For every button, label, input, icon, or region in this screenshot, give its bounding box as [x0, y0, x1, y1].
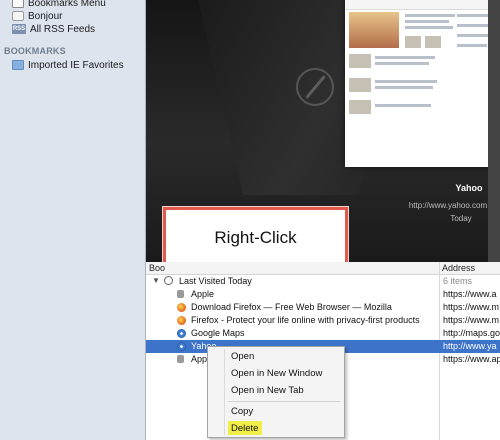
menu-item-open[interactable]: Open: [231, 350, 254, 363]
thumbnail-text-line: [375, 86, 433, 89]
coverflow-url: http://www.yahoo.com: [408, 201, 488, 210]
thumbnail-image: [405, 36, 421, 48]
firefox-icon: [177, 316, 186, 325]
row-title: Firefox - Protect your life online with …: [191, 315, 420, 325]
row-address: https://www.m: [443, 302, 500, 312]
row-address: https://www.m: [443, 315, 500, 325]
column-header-bookmark[interactable]: Boo: [149, 263, 165, 273]
menu-item-open-in-new-window[interactable]: Open in New Window: [231, 367, 322, 380]
right-click-callout: Right-Click: [163, 207, 348, 269]
group-label: Last Visited Today: [179, 276, 252, 286]
safari-icon: [177, 342, 186, 351]
disclosure-triangle-icon[interactable]: ▼: [152, 276, 160, 285]
bookmarks-menu-icon: [12, 0, 24, 8]
sidebar: Bookmarks Menu Bonjour RSS All RSS Feeds…: [0, 0, 146, 440]
menu-separator: [228, 401, 340, 402]
menu-gutter: [224, 349, 225, 435]
table-header: Boo Address: [146, 262, 500, 275]
sidebar-item-label: All RSS Feeds: [30, 23, 96, 35]
thumbnail-text-line: [375, 104, 431, 107]
thumbnail-image: [425, 36, 441, 48]
table-row[interactable]: Google Maps http://maps.go: [146, 327, 500, 340]
context-menu: Open Open in New Window Open in New Tab …: [207, 346, 345, 438]
coverflow-title: Yahoo: [455, 183, 483, 193]
thumbnail-text-line: [405, 20, 449, 23]
rss-icon: RSS: [12, 24, 26, 34]
thumbnail-navbar: [345, 0, 500, 10]
thumbnail-image: [349, 54, 371, 68]
compass-icon: [296, 68, 334, 106]
thumbnail-text-line: [405, 26, 453, 29]
coverflow-date: Today: [450, 214, 472, 223]
sidebar-item-imported-ie-favorites[interactable]: Imported IE Favorites: [12, 58, 124, 72]
thumbnail-hero-image: [349, 12, 399, 48]
thumbnail-text-line: [375, 80, 437, 83]
thumbnail-text-line: [405, 14, 455, 17]
firefox-icon: [177, 303, 186, 312]
sidebar-section-header: BOOKMARKS: [4, 46, 66, 56]
apple-icon: [177, 355, 184, 363]
row-address: http://www.ya: [443, 341, 497, 351]
menu-item-delete[interactable]: Delete: [231, 422, 258, 435]
table-row[interactable]: Download Firefox — Free Web Browser — Mo…: [146, 301, 500, 314]
thumbnail-image: [349, 100, 371, 114]
safari-icon: [177, 329, 186, 338]
folder-icon: [12, 60, 24, 70]
sidebar-item-label: Bookmarks Menu: [28, 0, 106, 9]
row-title: Download Firefox — Free Web Browser — Mo…: [191, 302, 392, 312]
sidebar-item-bonjour[interactable]: Bonjour: [12, 9, 62, 23]
thumbnail-text-line: [457, 44, 487, 47]
table-row[interactable]: Firefox - Protect your life online with …: [146, 314, 500, 327]
row-title: App: [191, 354, 208, 364]
apple-icon: [177, 290, 184, 298]
menu-item-copy[interactable]: Copy: [231, 405, 253, 418]
thumbnail-image: [349, 78, 371, 92]
table-row[interactable]: Apple https://www.a: [146, 288, 500, 301]
row-title: Google Maps: [191, 328, 245, 338]
column-header-address[interactable]: Address: [442, 263, 475, 273]
menu-item-open-in-new-tab[interactable]: Open in New Tab: [231, 384, 304, 397]
clock-icon: [164, 276, 173, 285]
thumbnail-text-line: [457, 24, 491, 27]
group-row-last-visited-today[interactable]: ▼ Last Visited Today 6 items: [146, 275, 500, 288]
group-count: 6 items: [443, 276, 473, 286]
page-thumbnail[interactable]: [345, 0, 500, 167]
row-title: Apple: [191, 289, 215, 299]
sidebar-item-label: Imported IE Favorites: [28, 59, 124, 71]
row-address: http://maps.go: [443, 328, 500, 338]
callout-label: Right-Click: [214, 228, 297, 247]
bonjour-icon: [12, 11, 24, 21]
sidebar-item-all-rss-feeds[interactable]: RSS All RSS Feeds: [12, 22, 95, 36]
thumbnail-text-line: [375, 56, 435, 59]
row-address: https://www.ap: [443, 354, 500, 364]
row-address: https://www.a: [443, 289, 497, 299]
thumbnail-text-line: [375, 62, 429, 65]
sidebar-item-label: Bonjour: [28, 10, 63, 22]
